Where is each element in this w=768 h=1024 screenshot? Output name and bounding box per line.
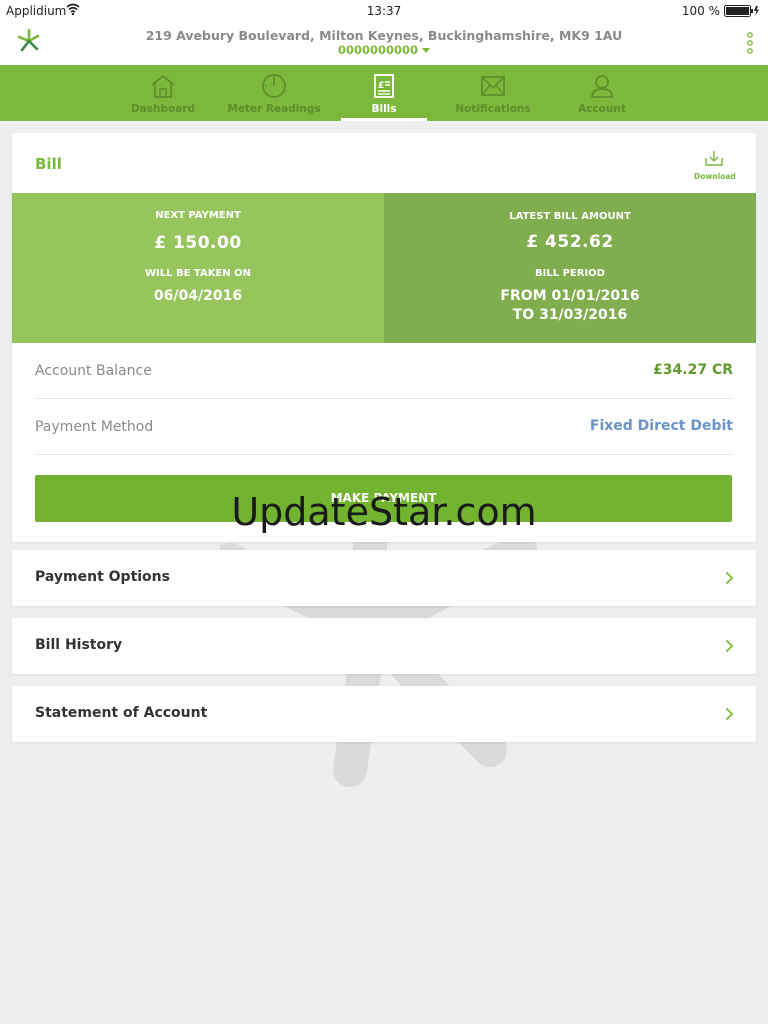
download-label: Download [694,172,736,181]
latest-bill-amount: £ 452.62 [526,232,614,252]
tab-dashboard[interactable]: Dashboard [108,65,218,121]
tab-label: Meter Readings [227,103,321,115]
tab-label: Notifications [455,103,531,115]
app-header: 219 Avebury Boulevard, Milton Keynes, Bu… [0,22,768,65]
next-payment-caption: NEXT PAYMENT [155,210,241,221]
bill-period-from: FROM 01/01/2016 [500,288,640,304]
tab-label: Bills [371,103,397,115]
tab-meter-readings[interactable]: Meter Readings [219,65,329,121]
property-address: 219 Avebury Boulevard, Milton Keynes, Bu… [145,28,623,43]
taken-on-caption: WILL BE TAKEN ON [145,268,251,279]
account-selector[interactable]: 0000000000 [0,43,768,57]
download-button[interactable]: Download [694,149,736,181]
payment-options-label: Payment Options [35,569,170,585]
chevron-right-icon [725,638,734,657]
bill-history-link[interactable]: Bill History [12,618,756,674]
tab-notifications[interactable]: Notifications [438,65,548,121]
envelope-icon [479,72,507,103]
payment-method-label: Payment Method [35,419,154,435]
latest-bill-panel: LATEST BILL AMOUNT £ 452.62 BILL PERIOD … [384,193,756,343]
statement-of-account-label: Statement of Account [35,705,208,721]
tab-label: Account [578,103,626,115]
bill-period-caption: BILL PERIOD [535,268,605,279]
bill-summary: NEXT PAYMENT £ 150.00 WILL BE TAKEN ON 0… [12,193,756,343]
taken-on-date: 06/04/2016 [153,288,243,304]
chevron-down-icon [422,48,431,53]
bill-history-label: Bill History [35,637,123,653]
payment-method-link[interactable]: Fixed Direct Debit [590,418,733,434]
active-tab-indicator [341,118,427,121]
user-icon [588,72,616,103]
more-options-icon[interactable] [746,31,754,59]
main-nav: Dashboard Meter Readings £ Bills Notific… [0,65,768,121]
next-payment-amount: £ 150.00 [154,233,242,253]
tab-account[interactable]: Account [557,65,647,121]
svg-text:£: £ [378,81,384,91]
bill-title: Bill [35,155,62,173]
battery-percent: 100 % [681,4,720,18]
clock: 13:37 [366,4,402,18]
watermark-text: UpdateStar.com [231,490,537,534]
meter-dial-icon [260,72,288,103]
account-balance-label: Account Balance [35,363,152,379]
tab-bills[interactable]: £ Bills [341,65,427,121]
payment-method-row: Payment Method Fixed Direct Debit [35,399,733,455]
tab-label: Dashboard [130,103,196,115]
next-payment-panel: NEXT PAYMENT £ 150.00 WILL BE TAKEN ON 0… [12,193,384,343]
chevron-right-icon [725,570,734,589]
account-balance-row: Account Balance £34.27 CR [35,343,733,399]
bill-card: Bill Download NEXT PAYMENT £ 150.00 WILL… [12,133,756,542]
statement-of-account-link[interactable]: Statement of Account [12,686,756,742]
payment-options-link[interactable]: Payment Options [12,550,756,606]
latest-bill-caption: LATEST BILL AMOUNT [509,211,631,222]
chevron-right-icon [725,706,734,725]
battery-icon [724,5,760,20]
account-balance-value: £34.27 CR [653,362,733,378]
status-bar: Applidium 13:37 100 % [0,0,768,22]
bill-icon: £ [370,72,398,103]
account-number: 0000000000 [337,43,419,57]
bill-period-to: TO 31/03/2016 [512,307,628,323]
download-icon [704,151,724,171]
house-icon [149,72,177,103]
